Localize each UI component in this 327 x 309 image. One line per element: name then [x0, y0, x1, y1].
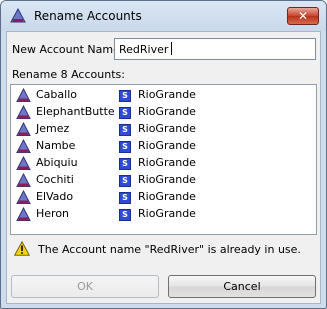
- account-name: Heron: [36, 207, 70, 220]
- account-object: RioGrande: [138, 122, 196, 135]
- warning-message: The Account name "RedRiver" is already i…: [38, 243, 301, 256]
- rename-accounts-dialog: Rename Accounts ✕ New Account Name: RedR…: [0, 0, 327, 309]
- new-name-label: New Account Name:: [12, 43, 124, 56]
- app-icon: [10, 7, 26, 24]
- list-item[interactable]: Heron S RioGrande: [11, 206, 316, 223]
- accounts-list[interactable]: Caballo S RioGrande ElephantButte S RioGrande…: [10, 84, 317, 235]
- list-item[interactable]: Jemez S RioGrande: [11, 121, 316, 138]
- text-caret: [171, 42, 173, 55]
- account-triangle-icon: [16, 189, 31, 205]
- warning-icon: [13, 240, 31, 256]
- account-object: RioGrande: [138, 156, 196, 169]
- list-item[interactable]: Caballo S RioGrande: [11, 87, 316, 104]
- rename-count-label: Rename 8 Accounts:: [12, 68, 125, 81]
- object-type-icon: S: [119, 124, 131, 136]
- account-name: Nambe: [36, 139, 76, 152]
- object-type-icon: S: [119, 90, 131, 102]
- ok-button[interactable]: OK: [11, 275, 159, 298]
- title-bar[interactable]: Rename Accounts ✕: [1, 1, 326, 31]
- account-triangle-icon: [16, 104, 31, 120]
- list-item[interactable]: ElephantButte S RioGrande: [11, 104, 316, 121]
- object-type-icon: S: [119, 192, 131, 204]
- account-triangle-icon: [16, 155, 31, 171]
- object-type-icon: S: [119, 107, 131, 119]
- account-object: RioGrande: [138, 88, 196, 101]
- new-account-name-value: RedRiver: [119, 43, 169, 56]
- account-name: Jemez: [36, 122, 70, 135]
- object-type-icon: S: [119, 141, 131, 153]
- account-triangle-icon: [16, 206, 31, 222]
- close-icon: ✕: [297, 9, 309, 23]
- account-name: Cochiti: [36, 173, 74, 186]
- object-type-icon: S: [119, 175, 131, 187]
- account-object: RioGrande: [138, 173, 196, 186]
- cancel-button[interactable]: Cancel: [168, 275, 316, 298]
- account-name: ElephantButte: [36, 105, 115, 118]
- account-name: ElVado: [36, 190, 74, 203]
- account-name: Abiquiu: [36, 156, 78, 169]
- account-name: Caballo: [36, 88, 77, 101]
- list-item[interactable]: Cochiti S RioGrande: [11, 172, 316, 189]
- list-item[interactable]: Nambe S RioGrande: [11, 138, 316, 155]
- account-triangle-icon: [16, 138, 31, 154]
- account-object: RioGrande: [138, 207, 196, 220]
- account-triangle-icon: [16, 87, 31, 103]
- object-type-icon: S: [119, 209, 131, 221]
- dialog-body: New Account Name: RedRiver Rename 8 Acco…: [6, 31, 321, 304]
- list-item[interactable]: ElVado S RioGrande: [11, 189, 316, 206]
- account-triangle-icon: [16, 121, 31, 137]
- window-title: Rename Accounts: [34, 9, 142, 23]
- account-object: RioGrande: [138, 105, 196, 118]
- list-item[interactable]: Abiquiu S RioGrande: [11, 155, 316, 172]
- account-triangle-icon: [16, 172, 31, 188]
- account-object: RioGrande: [138, 139, 196, 152]
- account-object: RioGrande: [138, 190, 196, 203]
- close-button[interactable]: ✕: [287, 7, 319, 25]
- new-account-name-input[interactable]: RedRiver: [114, 38, 316, 60]
- object-type-icon: S: [119, 158, 131, 170]
